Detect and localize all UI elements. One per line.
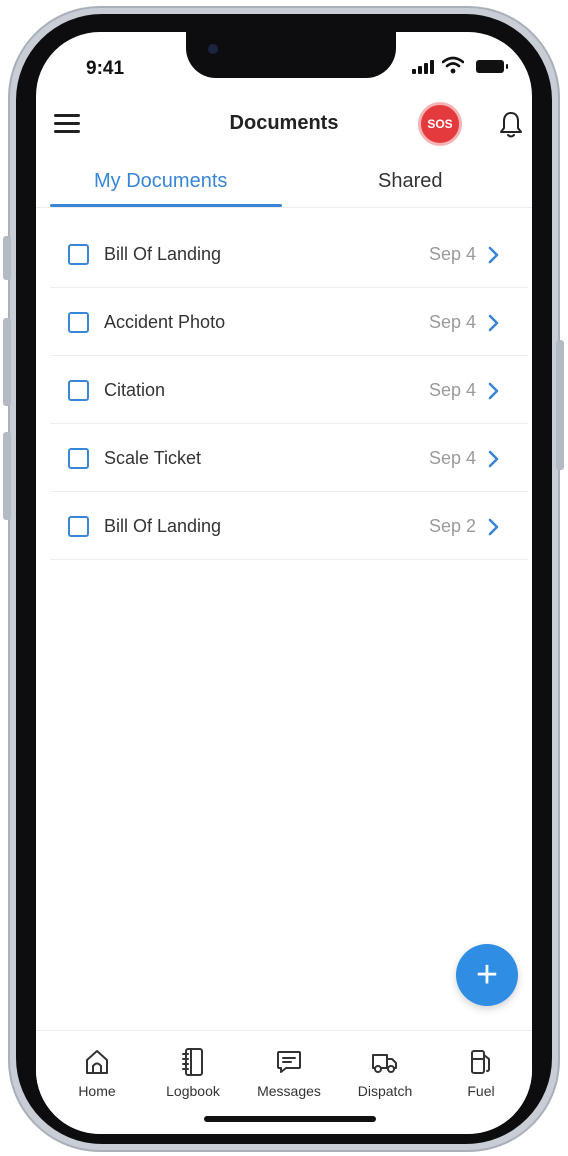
nav-logbook[interactable]: Logbook xyxy=(148,1047,238,1099)
list-item[interactable]: Scale Ticket Sep 4 xyxy=(50,424,528,492)
screen: 9:41 Documents SOS My Documents Shared B… xyxy=(36,32,532,1134)
active-tab-indicator xyxy=(50,204,282,207)
status-time: 9:41 xyxy=(86,58,125,79)
tab-my-documents[interactable]: My Documents xyxy=(94,170,227,193)
nav-home[interactable]: Home xyxy=(52,1047,142,1099)
chevron-right-icon[interactable] xyxy=(488,246,500,264)
document-date: Sep 4 xyxy=(428,244,476,264)
battery-icon xyxy=(476,60,508,73)
cellular-signal-icon xyxy=(412,60,434,74)
nav-label: Logbook xyxy=(166,1083,220,1099)
document-tabs: My Documents Shared xyxy=(36,156,532,208)
document-list: Bill Of Landing Sep 4 Accident Photo Sep… xyxy=(50,220,528,560)
app-header: Documents SOS xyxy=(36,92,532,156)
list-item[interactable]: Accident Photo Sep 4 xyxy=(50,288,528,356)
sos-button[interactable]: SOS xyxy=(418,102,462,146)
document-name: Accident Photo xyxy=(104,312,226,332)
notch xyxy=(186,32,396,78)
document-checkbox[interactable] xyxy=(68,516,89,537)
nav-messages[interactable]: Messages xyxy=(244,1047,334,1099)
document-name: Bill Of Landing xyxy=(104,516,222,536)
nav-label: Dispatch xyxy=(357,1083,413,1099)
chevron-right-icon[interactable] xyxy=(488,314,500,332)
add-document-button[interactable]: + xyxy=(456,944,518,1006)
chevron-right-icon[interactable] xyxy=(488,518,500,536)
document-name: Bill Of Landing xyxy=(104,244,222,264)
document-date: Sep 4 xyxy=(428,448,476,468)
document-name: Citation xyxy=(104,380,166,400)
document-date: Sep 4 xyxy=(428,380,476,400)
truck-icon xyxy=(372,1054,397,1073)
nav-dispatch[interactable]: Dispatch xyxy=(340,1047,430,1099)
logbook-icon xyxy=(182,1048,203,1076)
nav-fuel[interactable]: Fuel xyxy=(436,1047,526,1099)
tab-shared[interactable]: Shared xyxy=(378,170,443,193)
messages-icon xyxy=(277,1051,301,1073)
list-item[interactable]: Citation Sep 4 xyxy=(50,356,528,424)
power-button xyxy=(556,340,564,470)
document-date: Sep 2 xyxy=(428,516,476,536)
fuel-pump-icon xyxy=(471,1050,490,1074)
document-date: Sep 4 xyxy=(428,312,476,332)
document-checkbox[interactable] xyxy=(68,312,89,333)
chevron-right-icon[interactable] xyxy=(488,450,500,468)
nav-label: Home xyxy=(78,1083,116,1099)
wifi-icon xyxy=(442,56,464,74)
nav-label: Fuel xyxy=(467,1083,495,1099)
list-item[interactable]: Bill Of Landing Sep 4 xyxy=(50,220,528,288)
document-name: Scale Ticket xyxy=(104,448,202,468)
list-item[interactable]: Bill Of Landing Sep 2 xyxy=(50,492,528,560)
notification-bell-icon[interactable] xyxy=(498,110,524,140)
nav-label: Messages xyxy=(257,1083,321,1099)
document-checkbox[interactable] xyxy=(68,244,89,265)
document-checkbox[interactable] xyxy=(68,448,89,469)
home-icon xyxy=(86,1050,108,1074)
home-indicator[interactable] xyxy=(204,1116,376,1122)
document-checkbox[interactable] xyxy=(68,380,89,401)
volume-down-button xyxy=(3,432,11,520)
chevron-right-icon[interactable] xyxy=(488,382,500,400)
front-camera xyxy=(208,44,218,54)
volume-up-button xyxy=(3,318,11,406)
silent-switch xyxy=(3,236,11,280)
